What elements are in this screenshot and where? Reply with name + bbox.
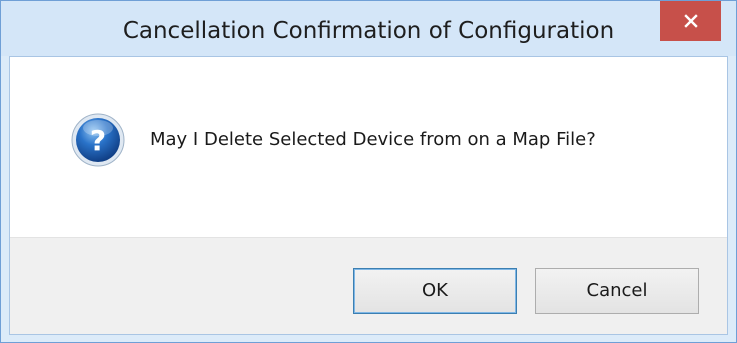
message-area: ? May I Delete Selected Device from on a… — [10, 57, 727, 237]
svg-text:?: ? — [90, 124, 106, 157]
close-icon — [683, 14, 698, 28]
question-icon: ? — [71, 113, 125, 167]
dialog-body: ? May I Delete Selected Device from on a… — [9, 56, 728, 335]
button-bar: OK Cancel — [10, 237, 727, 334]
cancel-button[interactable]: Cancel — [535, 268, 699, 314]
close-button[interactable] — [660, 1, 721, 41]
dialog-message: May I Delete Selected Device from on a M… — [150, 129, 596, 150]
title-bar[interactable]: Cancellation Confirmation of Configurati… — [1, 1, 736, 56]
ok-button[interactable]: OK — [353, 268, 517, 314]
dialog-title: Cancellation Confirmation of Configurati… — [122, 18, 615, 44]
confirmation-dialog: Cancellation Confirmation of Configurati… — [0, 0, 737, 343]
